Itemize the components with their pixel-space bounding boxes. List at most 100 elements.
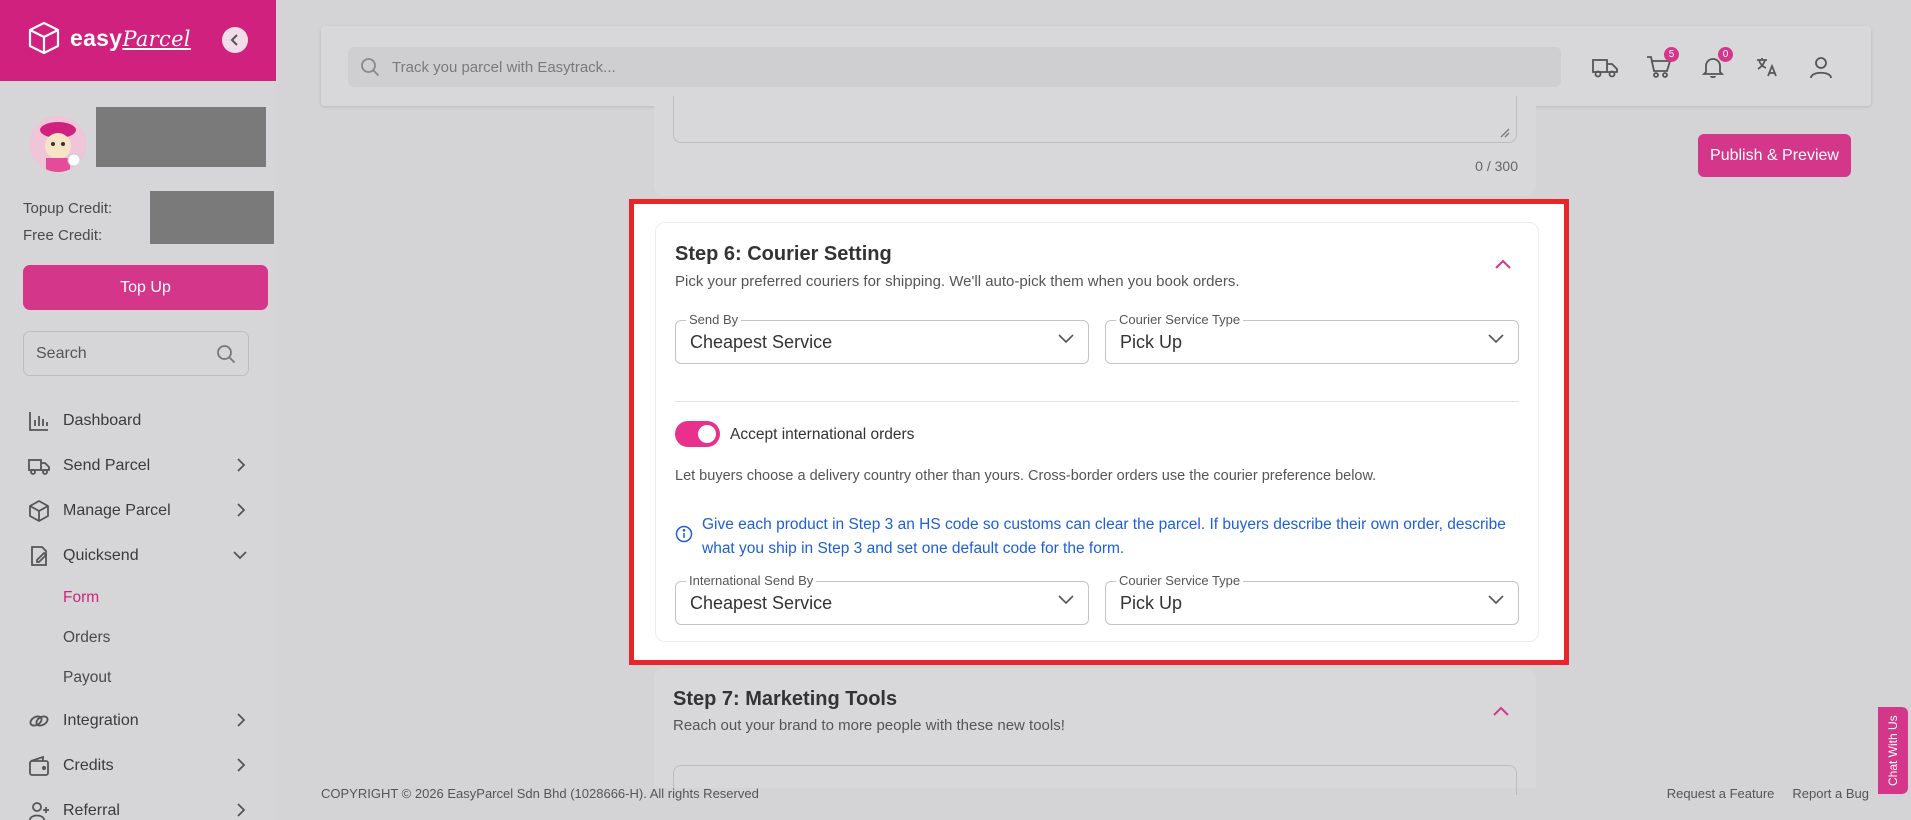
sidebar-search-input[interactable]	[36, 344, 196, 363]
mascot-avatar-icon	[30, 116, 86, 172]
top-up-button[interactable]: Top Up	[23, 265, 268, 310]
intl-courier-service-type-select[interactable]: Courier Service Type Pick Up	[1105, 573, 1519, 625]
user-plus-icon	[28, 800, 50, 820]
intl-service-type-value: Pick Up	[1120, 593, 1183, 613]
search-icon	[361, 58, 380, 77]
shipping-truck-button[interactable]	[1591, 53, 1619, 81]
cart-badge: 5	[1664, 47, 1679, 62]
copyright-text: COPYRIGHT © 2026 EasyParcel Sdn Bhd (102…	[321, 786, 759, 801]
char-counter: 0 / 300	[1475, 158, 1518, 174]
sidebar-item-send-parcel[interactable]: Send Parcel	[0, 443, 276, 488]
easytrack-search-input[interactable]	[392, 58, 1542, 76]
sidebar-item-label: Credits	[63, 756, 114, 774]
link-icon	[28, 710, 50, 732]
chevron-left-icon	[230, 34, 238, 46]
wallet-icon	[28, 755, 50, 777]
logo-text: easyParcel	[70, 24, 191, 51]
international-send-by-select[interactable]: International Send By Cheapest Service	[675, 573, 1089, 625]
sidebar-item-label: Integration	[63, 711, 139, 729]
sidebar-item-dashboard[interactable]: Dashboard	[0, 398, 276, 443]
sidebar-header: easyParcel	[0, 0, 276, 81]
service-type-value: Pick Up	[1120, 332, 1183, 352]
sidebar: easyParcel Topup Credit: Free Credit: To…	[0, 0, 276, 820]
notifications-button[interactable]: 0	[1699, 47, 1733, 81]
chevron-down-icon	[1488, 595, 1504, 605]
box-logo-icon	[28, 21, 60, 55]
chevron-right-icon	[237, 713, 246, 727]
redacted-credit-values	[150, 191, 274, 244]
user-icon	[1810, 57, 1832, 79]
sidebar-nav: Dashboard Send Parcel Manage Parcel Quic…	[0, 398, 276, 820]
description-textarea[interactable]	[673, 96, 1517, 143]
sidebar-item-manage-parcel[interactable]: Manage Parcel	[0, 488, 276, 533]
chart-bar-icon	[28, 410, 50, 432]
step6-description: Pick your preferred couriers for shippin…	[675, 273, 1240, 290]
translate-icon	[1757, 58, 1777, 77]
sidebar-item-label: Manage Parcel	[63, 501, 171, 519]
footer-links: Request a Feature Report a Bug	[1667, 786, 1869, 801]
sidebar-subitem-orders[interactable]: Orders	[0, 618, 276, 658]
step6-courier-setting-card: Step 6: Courier Setting Pick your prefer…	[655, 222, 1539, 642]
language-button[interactable]	[1753, 53, 1781, 81]
easytrack-search	[348, 47, 1561, 87]
marketing-field[interactable]	[673, 765, 1517, 795]
publish-preview-button[interactable]: Publish & Preview	[1698, 134, 1851, 177]
report-bug-link[interactable]: Report a Bug	[1792, 786, 1869, 801]
intl-send-by-label: International Send By	[686, 573, 817, 588]
avatar[interactable]	[30, 116, 86, 172]
sidebar-item-label: Referral	[63, 801, 120, 819]
step7-description: Reach out your brand to more people with…	[673, 717, 1065, 734]
easyparcel-logo[interactable]: easyParcel	[26, 20, 191, 56]
send-by-value: Cheapest Service	[690, 332, 833, 352]
intl-service-type-label: Courier Service Type	[1116, 573, 1244, 588]
toggle-knob	[698, 425, 716, 443]
search-icon[interactable]	[216, 344, 236, 364]
step6-title: Step 6: Courier Setting	[675, 243, 892, 265]
sidebar-item-label: Dashboard	[63, 411, 142, 429]
chevron-right-icon	[237, 803, 246, 817]
free-credit-label: Free Credit:	[23, 227, 103, 244]
redacted-username	[96, 107, 266, 167]
sidebar-item-label: Send Parcel	[63, 456, 151, 474]
sidebar-item-quicksend[interactable]: Quicksend	[0, 533, 276, 578]
sidebar-search	[23, 331, 249, 376]
intl-send-by-value: Cheapest Service	[690, 593, 833, 613]
accept-international-toggle[interactable]	[675, 421, 720, 447]
truck-icon	[1592, 59, 1618, 78]
sidebar-item-credits[interactable]: Credits	[0, 743, 276, 788]
chevron-right-icon	[237, 458, 246, 472]
chevron-down-icon	[1488, 334, 1504, 344]
previous-step-card: 0 / 300	[654, 96, 1536, 196]
box-icon	[28, 499, 50, 522]
resize-handle-icon[interactable]	[1498, 126, 1510, 138]
sidebar-item-referral[interactable]: Referral	[0, 788, 276, 820]
divider	[675, 401, 1519, 402]
cart-button[interactable]: 5	[1645, 47, 1679, 81]
info-icon	[675, 525, 693, 543]
sidebar-item-integration[interactable]: Integration	[0, 698, 276, 743]
chat-with-us-button[interactable]: Chat With Us	[1878, 707, 1908, 794]
service-type-label: Courier Service Type	[1116, 312, 1244, 327]
chevron-up-icon[interactable]	[1494, 259, 1512, 270]
international-description: Let buyers choose a delivery country oth…	[675, 468, 1377, 484]
truck-icon	[28, 455, 50, 477]
collapse-sidebar-button[interactable]	[222, 27, 248, 53]
edit-box-icon	[28, 545, 50, 567]
chevron-right-icon	[237, 758, 246, 772]
sidebar-subitem-form[interactable]: Form	[0, 578, 276, 618]
step7-marketing-tools-card: Step 7: Marketing Tools Reach out your b…	[654, 668, 1536, 795]
send-by-select[interactable]: Send By Cheapest Service	[675, 312, 1089, 364]
send-by-label: Send By	[686, 312, 742, 327]
hs-code-info-text: Give each product in Step 3 an HS code s…	[702, 516, 1506, 557]
sidebar-item-label: Quicksend	[63, 546, 139, 564]
profile-button[interactable]	[1807, 53, 1835, 81]
topup-credit-label: Topup Credit:	[23, 200, 113, 217]
accept-international-label: Accept international orders	[730, 426, 915, 443]
chevron-down-icon	[1058, 334, 1074, 344]
courier-service-type-select[interactable]: Courier Service Type Pick Up	[1105, 312, 1519, 364]
top-bar: 5 0	[321, 26, 1871, 106]
sidebar-subitem-payout[interactable]: Payout	[0, 658, 276, 698]
chevron-down-icon	[1058, 595, 1074, 605]
request-feature-link[interactable]: Request a Feature	[1667, 786, 1775, 801]
chevron-up-icon[interactable]	[1492, 706, 1510, 717]
